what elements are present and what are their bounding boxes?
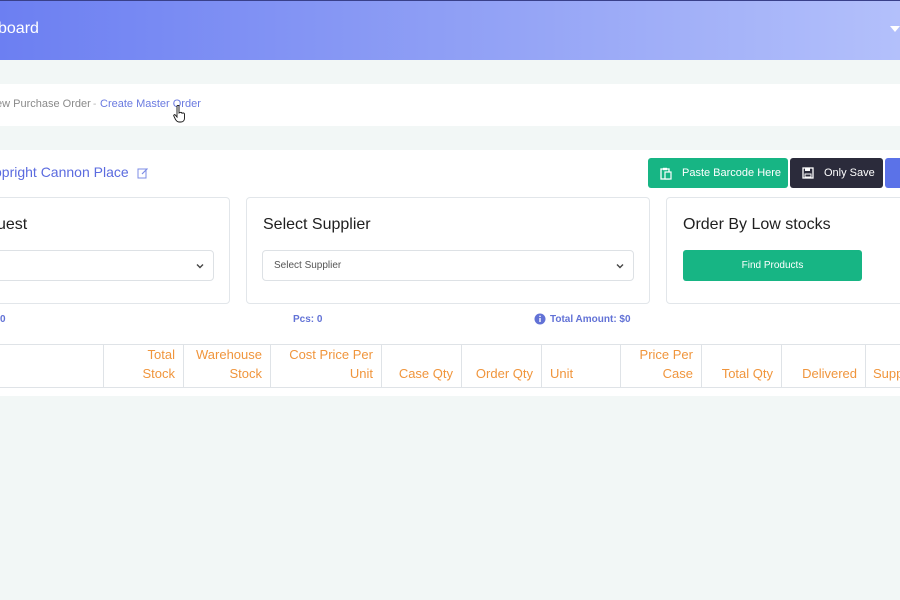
paste-barcode-button[interactable]: Paste Barcode Here [648, 158, 788, 188]
low-stock-panel-title: Order By Low stocks [683, 216, 831, 233]
breadcrumb-separator: - [93, 99, 97, 110]
column-header-label: Supp [873, 366, 900, 381]
column-header-label: Total Qty [721, 366, 773, 381]
save-icon [802, 167, 814, 179]
order-table-header: Total Stock Warehouse Stock Cost Price Per… [0, 344, 900, 388]
header-title[interactable]: board [0, 20, 39, 38]
supplier-panel-title: Select Supplier [263, 216, 371, 233]
column-header-cost-price-per-unit[interactable]: Cost Price Per Unit [271, 345, 382, 387]
supplier-select-placeholder: Select Supplier [274, 260, 342, 271]
only-save-button[interactable]: Only Save [790, 158, 883, 188]
chevron-down-icon [196, 264, 204, 269]
stat-first: 0 [0, 314, 6, 325]
chevron-down-icon [616, 264, 624, 269]
column-header-label: Delivered [802, 366, 857, 381]
column-header-label: Unit [550, 366, 574, 381]
column-header-delivered[interactable]: Delivered [782, 345, 866, 387]
column-header-line1: Warehouse [196, 347, 262, 362]
column-header-label: Case Qty [398, 366, 453, 381]
supplier-panel: Select Supplier Select Supplier [246, 197, 650, 304]
column-header-line2: Stock [229, 366, 262, 381]
column-header-product[interactable] [0, 345, 104, 387]
order-card: opright Cannon Place Paste Barcode Here … [0, 150, 900, 396]
column-header-total-qty[interactable]: Total Qty [702, 345, 782, 387]
store-name: opright Cannon Place [0, 164, 129, 180]
stat-pcs: Pcs: 0 [293, 314, 323, 325]
supplier-select[interactable]: Select Supplier [262, 250, 634, 281]
request-panel: uest [0, 197, 230, 304]
column-header-total-stock[interactable]: Total Stock [104, 345, 184, 387]
more-action-button[interactable] [885, 158, 900, 188]
only-save-label: Only Save [824, 167, 875, 179]
column-header-price-per-case[interactable]: Price Per Case [621, 345, 702, 387]
clipboard-icon [660, 167, 672, 180]
breadcrumb-item-purchase-order[interactable]: ew Purchase Order [0, 98, 91, 110]
chevron-down-icon[interactable] [890, 26, 900, 32]
request-panel-title: uest [0, 216, 28, 233]
column-header-unit[interactable]: Unit [542, 345, 621, 387]
find-products-button[interactable]: Find Products [683, 250, 862, 281]
column-header-line1: Total [147, 347, 175, 362]
column-header-line2: Case [662, 366, 693, 381]
column-header-supplier[interactable]: Supp [866, 345, 900, 387]
column-header-line2: Unit [349, 366, 373, 381]
breadcrumb-item-create-master-order[interactable]: Create Master Order [100, 98, 201, 110]
breadcrumb: ew Purchase Order - Create Master Order [0, 84, 900, 126]
edit-icon[interactable] [137, 167, 149, 179]
low-stock-panel: Order By Low stocks Find Products [666, 197, 900, 304]
stat-total-amount: Total Amount: $0 [550, 314, 631, 325]
column-header-case-qty[interactable]: Case Qty [382, 345, 462, 387]
column-header-order-qty[interactable]: Order Qty [462, 345, 542, 387]
column-header-line2: Stock [142, 366, 175, 381]
request-select[interactable] [0, 250, 214, 281]
column-header-warehouse-stock[interactable]: Warehouse Stock [184, 345, 271, 387]
top-header-bar: board [0, 0, 900, 60]
paste-barcode-label: Paste Barcode Here [682, 167, 782, 179]
column-header-label: Order Qty [475, 366, 533, 381]
column-header-line1: Price Per [639, 347, 693, 362]
info-icon[interactable] [534, 313, 546, 325]
column-header-line1: Cost Price Per [289, 347, 373, 362]
pointer-cursor-icon [173, 105, 185, 123]
